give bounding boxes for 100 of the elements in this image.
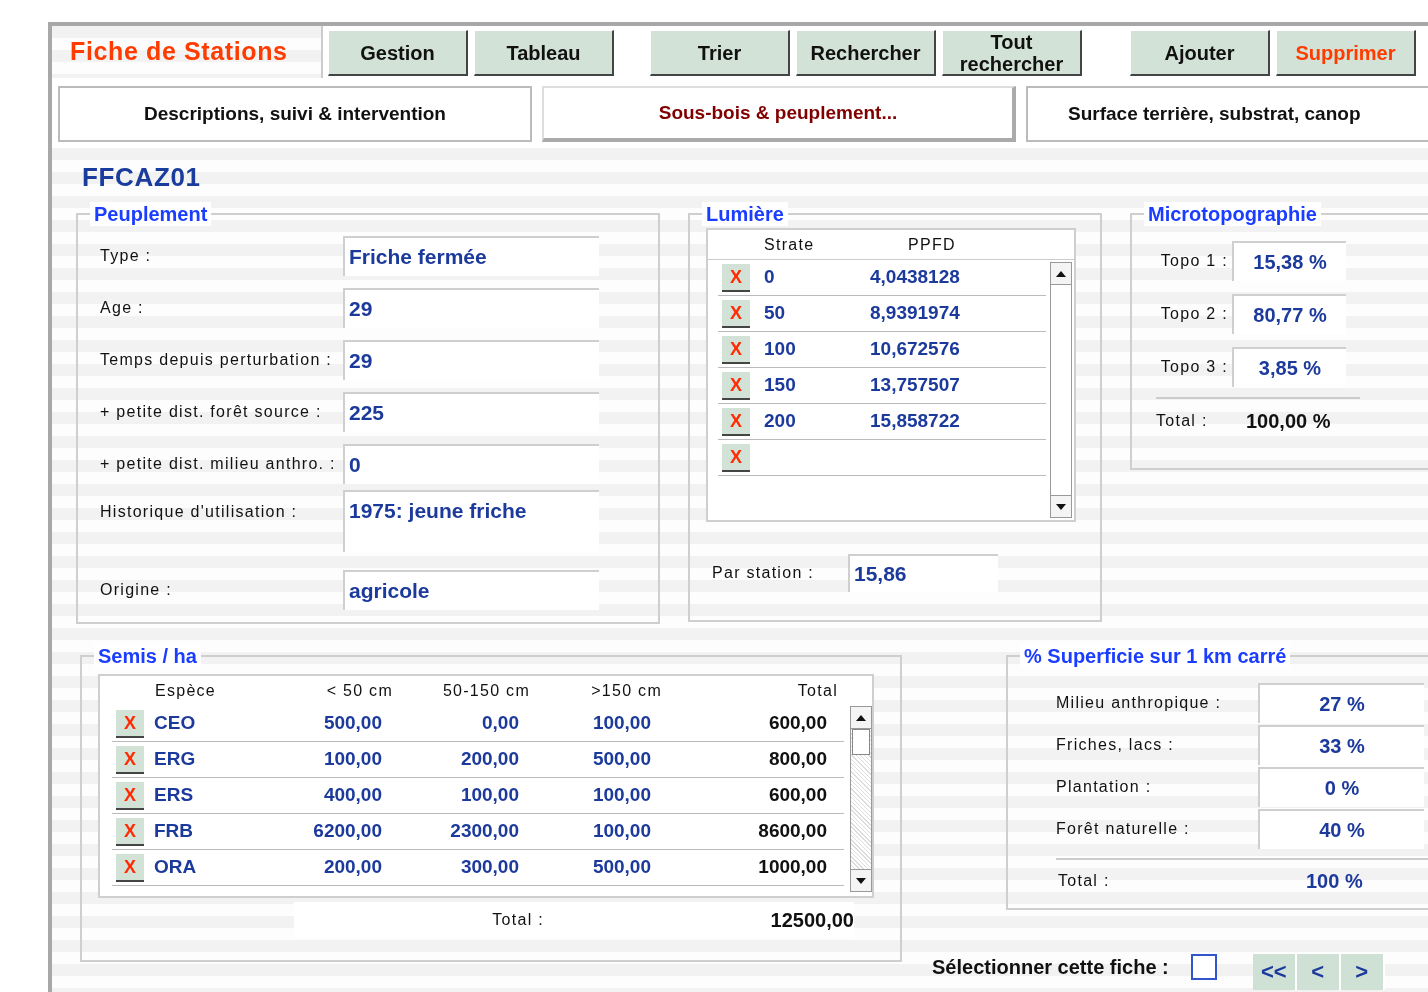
table-cell-text: 150 [763,373,797,398]
table-cell-text: 200,00 [459,747,519,772]
field-label: + petite dist. milieu anthro. : [99,454,337,474]
table-cell-text: 600,00 [767,783,827,808]
field-label: Origine : [99,580,173,600]
field-label: Forêt naturelle : [1055,819,1191,839]
down-arrow-icon [1055,502,1067,511]
field-label: Age : [99,298,145,318]
input-field[interactable]: agricole [343,570,599,610]
table-cell-text: 100,00 [322,747,382,772]
field-label: Topo 3 : [1159,356,1229,377]
table-cell-text: 6200,00 [312,819,382,844]
select-checkbox[interactable] [1190,954,1217,980]
scrollbar[interactable] [850,706,872,892]
up-arrow-icon [1055,269,1067,278]
scroll-up-button[interactable] [1051,263,1071,285]
field-label: Par station : [712,563,815,583]
table-cell-text: ERS [153,783,195,808]
toolbar-button[interactable]: Rechercher [796,30,936,76]
table-cell-text: 400,00 [322,783,382,808]
total-label: Total : [1057,871,1111,891]
table-cell-text: 500,00 [591,855,651,880]
input-field[interactable]: 40 % [1258,809,1424,849]
column-header: PPFD [908,234,956,255]
table-cell-text: 15,858722 [870,409,960,434]
scrollbar[interactable] [1050,262,1072,518]
input-field[interactable]: 29 [343,288,599,328]
input-field[interactable]: 29 [343,340,599,380]
selection-label: Sélectionner cette fiche : [932,955,1169,980]
input-field[interactable]: 15,86 [848,554,998,592]
field-label: Topo 2 : [1159,303,1229,324]
table-cell-text: ORA [153,855,198,880]
input-field[interactable]: 0 % [1258,767,1424,807]
nav-button[interactable]: > [1340,954,1385,990]
column-header: < 50 cm [325,681,393,701]
table-cell-text: 50 [763,301,787,326]
table-cell-text: 8,9391974 [870,301,960,326]
toolbar-button[interactable]: Tout rechercher [942,30,1082,76]
group-title: Lumière [702,202,788,226]
field-label: Topo 1 : [1159,250,1229,271]
table-cell-text: 13,757507 [870,373,960,398]
field-label: Type : [99,246,153,266]
tab[interactable]: Sous-bois & peuplement... [542,86,1016,142]
group-title: Peuplement [90,202,212,226]
field-label: Plantation : [1055,777,1153,797]
table-cell-text: 500,00 [591,747,651,772]
scroll-up-button[interactable] [851,707,871,729]
scroll-down-button[interactable] [1051,495,1071,517]
input-field[interactable]: 3,85 % [1232,346,1346,387]
memo-field[interactable]: 1975: jeune friche [343,490,599,552]
toolbar-button[interactable]: Ajouter [1130,30,1270,76]
tab[interactable]: Descriptions, suivi & intervention [58,86,532,142]
table-cell-text: 100 [763,337,797,362]
table-cell-text: 4,0438128 [870,265,960,290]
input-field[interactable]: 33 % [1258,725,1424,765]
table-cell-text: 200,00 [322,855,382,880]
up-arrow-icon [855,713,867,722]
table-cell-text: 0 [763,265,776,290]
table-cell-text: 0,00 [481,711,519,736]
column-header: >150 cm [590,681,662,701]
column-header: 50-150 cm [441,681,530,701]
scroll-thumb[interactable] [852,729,870,755]
table-cell-text: 300,00 [459,855,519,880]
table-cell-text: 100,00 [591,783,651,808]
nav-button[interactable]: < [1296,954,1341,990]
field-label: Historique d'utilisation : [99,502,299,522]
toolbar-button[interactable]: Trier [650,30,790,76]
input-field[interactable]: Friche fermée [343,236,599,276]
column-header: Total [796,681,838,701]
table-cell-text: 2300,00 [449,819,519,844]
input-field[interactable]: 225 [343,392,599,432]
table-cell-text: 1000,00 [757,855,827,880]
field-label: + petite dist. forêt source : [99,402,323,422]
total-label: Total : [1156,411,1209,431]
input-field[interactable]: 15,38 % [1232,240,1346,281]
total-label: Total : [491,910,544,930]
toolbar-button[interactable]: Tableau [474,30,614,76]
total-value: 12500,00 [769,908,854,933]
field-label: Friches, lacs : [1055,735,1175,755]
table-cell-text: CEO [153,711,197,736]
table-cell-text: 100,00 [459,783,519,808]
tab[interactable]: Surface terrière, substrat, canop [1026,86,1428,142]
nav-button[interactable]: << [1252,954,1297,990]
table-cell-text: 8600,00 [757,819,827,844]
table-cell-text: 600,00 [767,711,827,736]
table-cell-text: 200 [763,409,797,434]
input-field[interactable]: 80,77 % [1232,293,1346,334]
table-cell-text: 100,00 [591,819,651,844]
table-cell-text: 100,00 [591,711,651,736]
total-value: 100 % [1306,869,1363,894]
input-field[interactable]: 0 [343,444,599,484]
table-cell-text: FRB [153,819,195,844]
table-cell-text: ERG [153,747,197,772]
table-cell-text: 10,672576 [870,337,960,362]
toolbar-button[interactable]: Gestion [328,30,468,76]
table-cell-text: 800,00 [767,747,827,772]
field-label: Milieu anthropique : [1055,693,1223,713]
input-field[interactable]: 27 % [1258,683,1424,723]
table-cell-text: 500,00 [322,711,382,736]
scroll-down-button[interactable] [851,869,871,891]
